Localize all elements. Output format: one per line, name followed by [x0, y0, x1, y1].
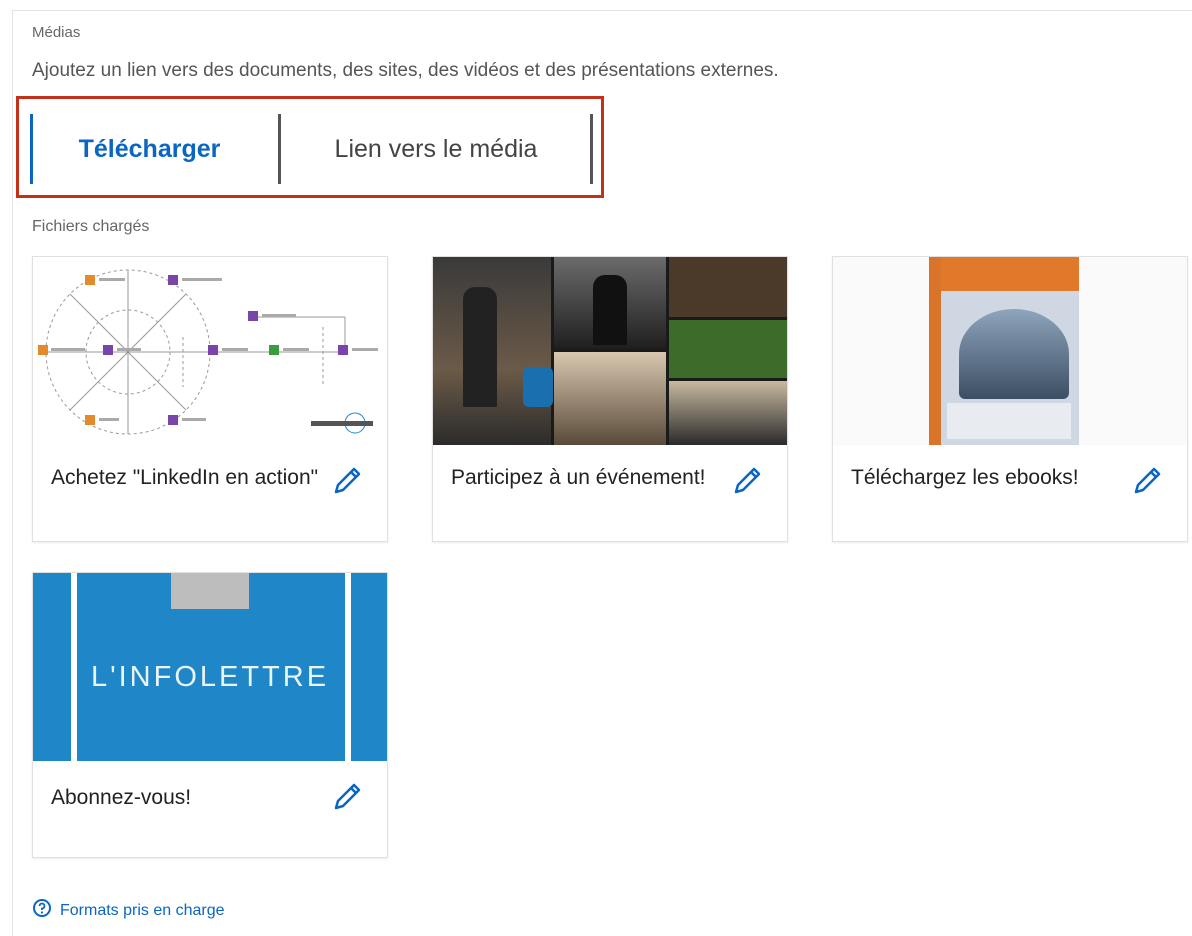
card-title: Abonnez-vous! [51, 786, 192, 809]
media-card-1[interactable]: Achetez "LinkedIn en action" [32, 256, 388, 542]
edit-icon[interactable] [1129, 463, 1165, 499]
section-label: Médias [32, 24, 81, 41]
help-icon [32, 898, 52, 923]
supported-formats-label: Formats pris en charge [60, 901, 225, 919]
newsletter-banner[interactable]: L'INFOLETTRE [33, 573, 387, 761]
card-title: Participez à un événement! [451, 466, 706, 489]
files-label: Fichiers chargés [32, 218, 150, 235]
newsletter-wordmark: L'INFOLETTRE [90, 661, 330, 693]
media-card-2[interactable]: Participez à un événement! [432, 256, 788, 542]
supported-formats-link[interactable]: Formats pris en charge [32, 898, 225, 923]
card-title: Achetez "LinkedIn en action" [51, 466, 319, 489]
tab-divider-end [590, 114, 593, 184]
edit-icon[interactable] [729, 463, 765, 499]
card-title: Téléchargez les ebooks! [851, 466, 1079, 489]
edit-icon[interactable] [329, 463, 365, 499]
section-description: Ajoutez un lien vers des documents, des … [32, 60, 779, 81]
tab-link-media[interactable]: Lien vers le média [281, 114, 591, 184]
diagram-thumbnail[interactable] [33, 257, 387, 445]
media-card-4[interactable]: L'INFOLETTRE Abonnez-vous! [32, 572, 388, 858]
media-card-3[interactable]: Téléchargez les ebooks! [832, 256, 1188, 542]
event-photo-collage[interactable] [433, 257, 787, 445]
tab-upload[interactable]: Télécharger [30, 114, 266, 184]
edit-icon[interactable] [329, 779, 365, 815]
ebook-cover[interactable] [833, 257, 1187, 445]
